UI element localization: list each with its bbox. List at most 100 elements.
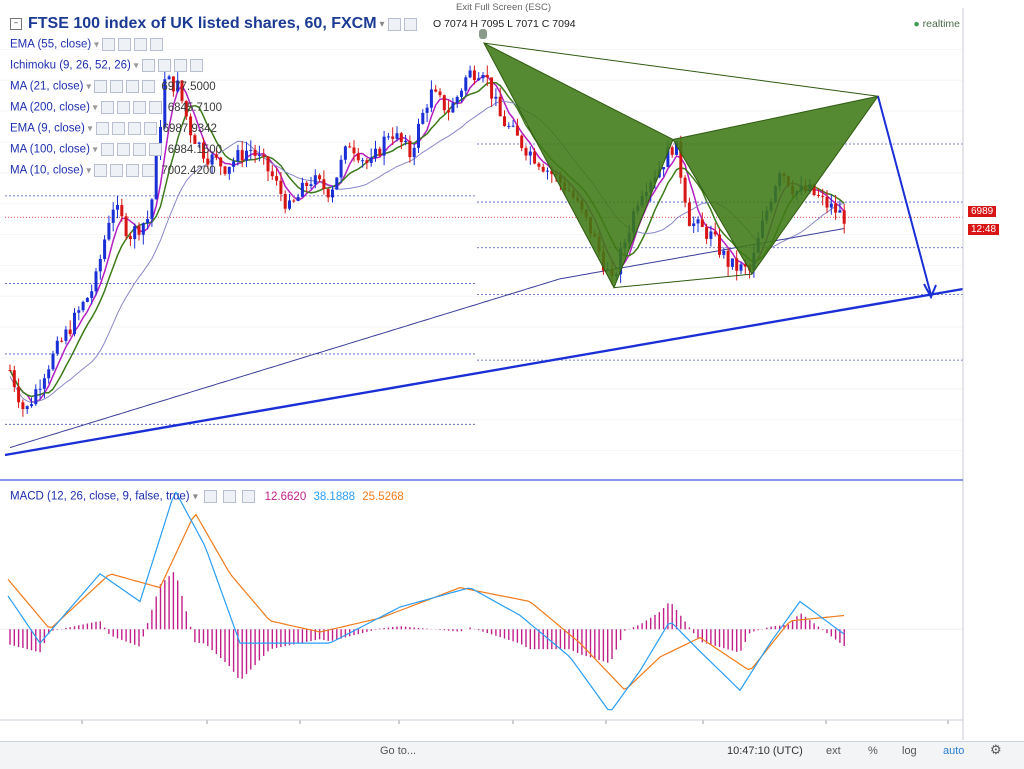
- indicator-more-icon[interactable]: [148, 143, 162, 156]
- indicator-label[interactable]: MA (200, close): [10, 102, 90, 114]
- indicator-dropdown-icon[interactable]: ▾: [131, 61, 139, 72]
- indicator-eye-icon[interactable]: [94, 80, 108, 93]
- symbol-dropdown-icon[interactable]: ▾: [380, 19, 385, 30]
- indicator-eye-icon[interactable]: [100, 101, 114, 114]
- indicator-more-icon[interactable]: [142, 164, 156, 177]
- indicator-label[interactable]: EMA (9, close): [10, 123, 85, 135]
- candle-down: [270, 171, 274, 177]
- candle-up: [494, 96, 498, 99]
- auto-button[interactable]: auto: [943, 745, 964, 757]
- candle-up: [313, 175, 317, 185]
- candle-up: [141, 223, 145, 235]
- indicator-settings-icon[interactable]: [110, 164, 124, 177]
- indicator-dropdown-icon[interactable]: ▾: [90, 145, 98, 156]
- ext-button[interactable]: ext: [826, 745, 841, 757]
- candle-up: [245, 150, 248, 161]
- candle-up: [34, 389, 38, 405]
- candle-up: [468, 70, 472, 78]
- indicator-settings-icon[interactable]: [157, 59, 171, 72]
- candle-down: [305, 182, 309, 187]
- candle-down: [735, 258, 739, 271]
- chart-title: FTSE 100 index of UK listed shares, 60, …: [28, 15, 377, 32]
- candle-up: [107, 222, 111, 240]
- indicator-more-icon[interactable]: [142, 80, 156, 93]
- candle-up: [309, 184, 313, 187]
- candle-up: [477, 78, 481, 81]
- indicator-dropdown-icon[interactable]: ▾: [90, 103, 98, 114]
- ohlc-readout: O 7074 H 7095 L 7071 C 7094: [433, 18, 576, 30]
- indicator-dropdown-icon[interactable]: ▾: [84, 166, 91, 177]
- indicator-dropdown-icon[interactable]: ▾: [91, 40, 99, 51]
- candle-up: [296, 196, 300, 201]
- settings-icon[interactable]: [403, 17, 417, 31]
- indicator-row: EMA (9, close) ▾ 6987.9342: [10, 122, 217, 135]
- indicator-settings-icon[interactable]: [117, 38, 131, 51]
- macd-value-1: 12.6620: [264, 490, 307, 503]
- macd-dropdown-icon[interactable]: ▾: [193, 492, 198, 503]
- indicator-close-icon[interactable]: [133, 38, 147, 51]
- percent-button[interactable]: %: [868, 745, 878, 757]
- candle-up: [722, 250, 726, 255]
- indicator-settings-icon[interactable]: [116, 101, 130, 114]
- macd-legend: MACD (12, 26, close, 9, false, true) ▾ 1…: [10, 490, 404, 503]
- indicator-close-icon[interactable]: [126, 80, 140, 93]
- candle-up: [421, 112, 425, 124]
- indicator-label[interactable]: MA (10, close): [10, 165, 84, 177]
- indicator-row: EMA (55, close) ▾: [10, 38, 163, 51]
- candle-up: [730, 258, 734, 267]
- candle-up: [85, 297, 89, 302]
- indicator-label[interactable]: Ichimoku (9, 26, 52, 26): [10, 60, 131, 72]
- indicator-dropdown-icon[interactable]: ▾: [84, 82, 91, 93]
- candle-down: [275, 176, 279, 181]
- candle-up: [232, 161, 236, 167]
- indicator-settings-icon[interactable]: [110, 80, 124, 93]
- chart-header: – FTSE 100 index of UK listed shares, 60…: [0, 14, 417, 34]
- gear-icon[interactable]: ⚙: [990, 742, 1002, 758]
- indicator-eye-icon[interactable]: [100, 143, 114, 156]
- indicator-close-icon[interactable]: [132, 101, 146, 114]
- candle-down: [348, 146, 352, 148]
- indicator-label[interactable]: MA (100, close): [10, 144, 90, 156]
- log-button[interactable]: log: [902, 745, 917, 757]
- indicator-label[interactable]: EMA (55, close): [10, 39, 91, 51]
- indicator-eye-icon[interactable]: [94, 164, 108, 177]
- candle-up: [55, 340, 59, 354]
- indicator-settings-icon[interactable]: [111, 122, 125, 135]
- candle-up: [425, 107, 429, 113]
- indicator-close-icon[interactable]: [132, 143, 146, 156]
- candle-up: [116, 205, 119, 210]
- indicator-more-icon[interactable]: [148, 101, 162, 114]
- candle-up: [417, 123, 420, 148]
- indicator-eye-icon[interactable]: [141, 59, 155, 72]
- indicator-settings-icon[interactable]: [116, 143, 130, 156]
- indicator-close-icon[interactable]: [127, 122, 141, 135]
- indicator-row: MA (21, close) ▾ 6977.5000: [10, 80, 216, 93]
- indicator-more-icon[interactable]: [189, 59, 203, 72]
- candle-down: [322, 179, 326, 190]
- indicator-dropdown-icon[interactable]: ▾: [85, 124, 93, 135]
- indicator-more-icon[interactable]: [149, 38, 163, 51]
- indicator-row: MA (100, close) ▾ 6984.1500: [10, 143, 222, 156]
- candle-up: [111, 209, 115, 223]
- macd-eye-icon[interactable]: [204, 490, 218, 503]
- exit-fullscreen[interactable]: Exit Full Screen (ESC): [456, 2, 551, 13]
- indicator-label[interactable]: MA (21, close): [10, 81, 84, 93]
- realtime-dot-icon: ●: [913, 18, 920, 30]
- macd-settings-icon[interactable]: [223, 490, 237, 503]
- goto-button[interactable]: Go to...: [380, 745, 416, 757]
- indicator-more-icon[interactable]: [143, 122, 157, 135]
- candle-up: [343, 146, 347, 160]
- candle-up: [692, 223, 696, 227]
- indicator-close-icon[interactable]: [126, 164, 140, 177]
- candle-down: [541, 166, 545, 172]
- candle-down: [700, 219, 704, 227]
- indicator-close-icon[interactable]: [173, 59, 187, 72]
- chart-canvas[interactable]: [0, 0, 1024, 768]
- indicator-eye-icon[interactable]: [101, 38, 115, 51]
- candle-up: [257, 154, 261, 156]
- macd-close-icon[interactable]: [242, 490, 256, 503]
- indicator-eye-icon[interactable]: [95, 122, 109, 135]
- indicator-value: 6987.9342: [162, 122, 217, 135]
- collapse-icon[interactable]: –: [10, 18, 22, 30]
- eye-icon[interactable]: [387, 17, 401, 31]
